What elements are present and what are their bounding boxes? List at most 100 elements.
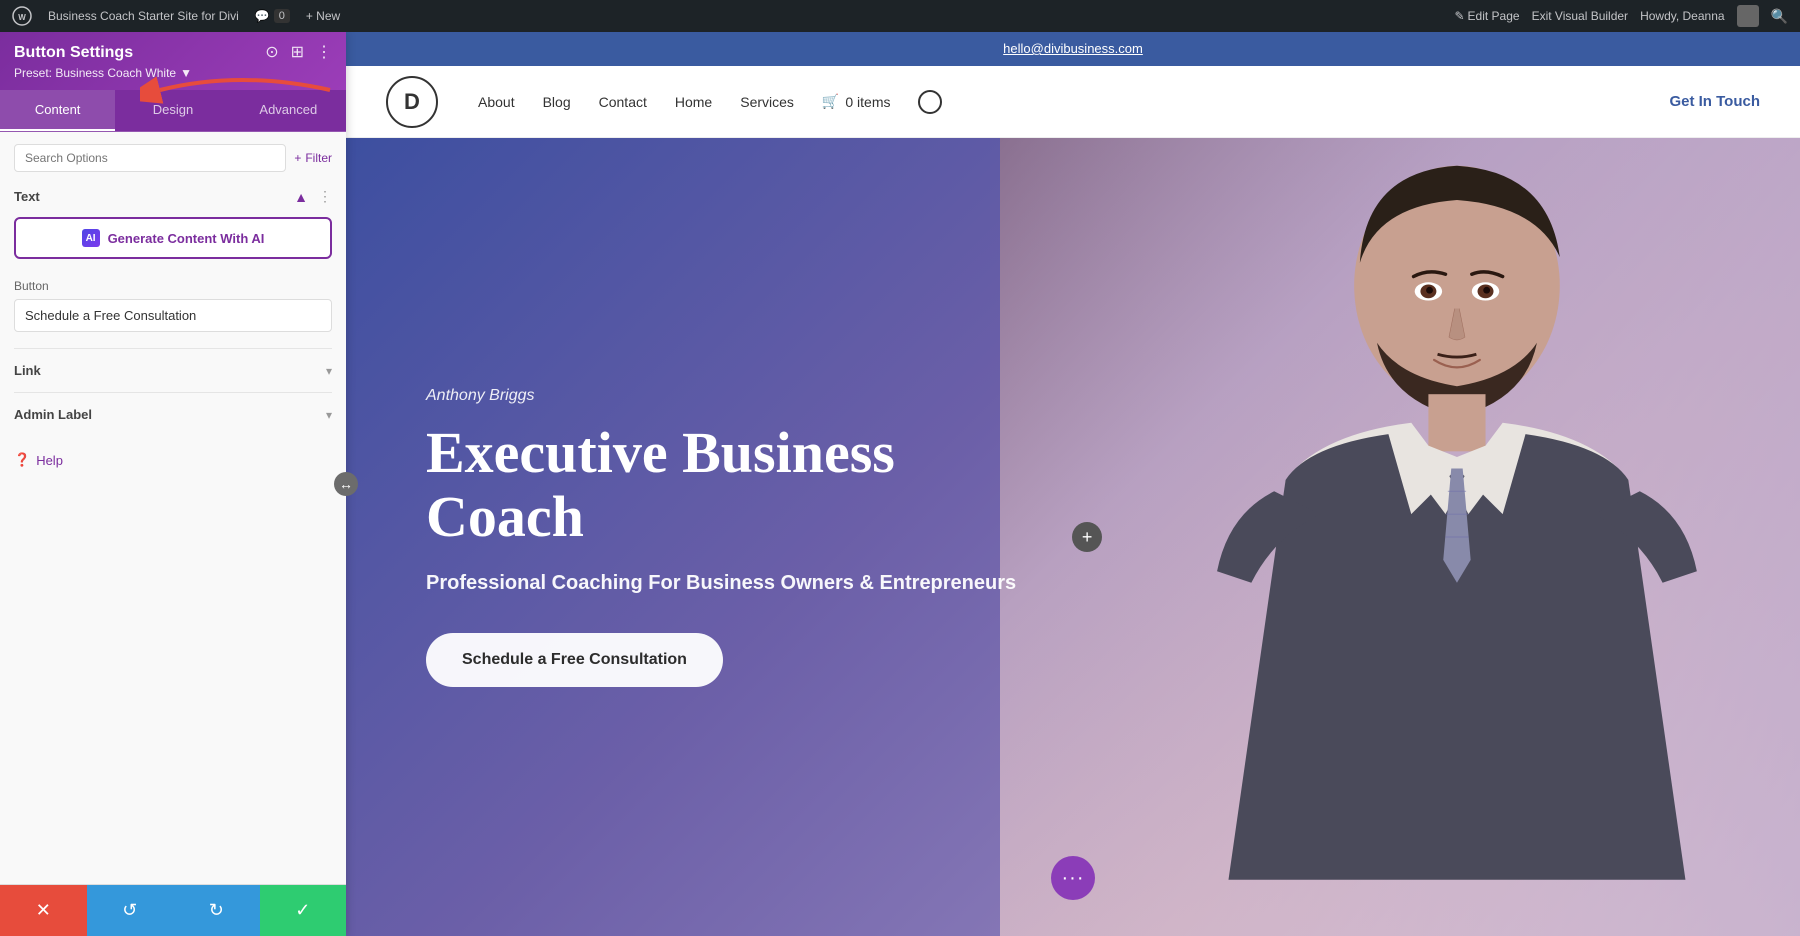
generate-ai-label: Generate Content With AI xyxy=(108,231,265,246)
site-nav: D About Blog Contact Home Services 🛒 0 i… xyxy=(346,66,1800,138)
edit-page-label: Edit Page xyxy=(1468,9,1520,23)
cart-items-count: 0 items xyxy=(845,94,890,110)
exit-visual-builder-button[interactable]: Exit Visual Builder xyxy=(1532,9,1629,23)
hero-subtitle: Professional Coaching For Business Owner… xyxy=(426,569,1016,597)
main-layout: Button Settings ⊙ ⊞ ⋮ Preset: Business C… xyxy=(0,32,1800,936)
nav-link-blog[interactable]: Blog xyxy=(543,94,571,110)
link-section-title: Link xyxy=(14,363,41,378)
help-label: Help xyxy=(36,453,63,468)
site-name-bar-item[interactable]: Business Coach Starter Site for Divi xyxy=(48,9,239,23)
panel-preset[interactable]: Preset: Business Coach White ▼ xyxy=(14,66,332,80)
close-button[interactable]: ✕ xyxy=(0,885,87,936)
undo-button[interactable]: ↺ xyxy=(87,885,174,936)
comment-icon: 💬 xyxy=(255,9,270,23)
admin-label-section-header[interactable]: Admin Label ▾ xyxy=(14,407,332,422)
filter-button[interactable]: + Filter xyxy=(294,151,332,165)
hero-section: Anthony Briggs Executive Business Coach … xyxy=(346,138,1800,936)
link-section: Link ▾ xyxy=(14,348,332,392)
resize-handle[interactable]: ↔ xyxy=(334,472,358,496)
new-label: + New xyxy=(306,9,340,23)
admin-bar-right: ✎ Edit Page Exit Visual Builder Howdy, D… xyxy=(1454,5,1788,27)
search-options-row: + Filter xyxy=(14,144,332,172)
redo-icon: ↻ xyxy=(209,900,224,921)
text-section-header: Text ▲ ⋮ xyxy=(14,188,332,205)
site-logo[interactable]: D xyxy=(386,76,438,128)
nav-cta-button[interactable]: Get In Touch xyxy=(1669,93,1760,110)
left-panel: Button Settings ⊙ ⊞ ⋮ Preset: Business C… xyxy=(0,32,346,936)
comment-count: 0 xyxy=(274,9,290,23)
panel-tabs: Content Design Advanced xyxy=(0,90,346,132)
svg-text:W: W xyxy=(18,13,26,22)
generate-ai-button[interactable]: AI Generate Content With AI xyxy=(14,217,332,259)
hero-title-line1: Executive Business xyxy=(426,420,895,485)
edit-page-button[interactable]: ✎ Edit Page xyxy=(1454,9,1519,23)
panel-title-row: Button Settings ⊙ ⊞ ⋮ xyxy=(14,44,332,62)
search-circle-icon xyxy=(918,90,942,114)
preset-label: Preset: Business Coach White xyxy=(14,66,176,80)
avatar xyxy=(1737,5,1759,27)
purple-dots-menu[interactable]: ··· xyxy=(1051,856,1095,900)
grid-icon-button[interactable]: ⊞ xyxy=(291,45,304,61)
save-button[interactable]: ✓ xyxy=(260,885,347,936)
link-section-header[interactable]: Link ▾ xyxy=(14,363,332,378)
wordpress-icon: W xyxy=(12,6,32,26)
search-options-input[interactable] xyxy=(14,144,286,172)
site-email-link[interactable]: hello@divibusiness.com xyxy=(1003,41,1143,56)
tab-content[interactable]: Content xyxy=(0,90,115,131)
nav-cart[interactable]: 🛒 0 items xyxy=(822,93,891,110)
filter-plus-icon: + xyxy=(294,151,301,165)
nav-link-about[interactable]: About xyxy=(478,94,515,110)
nav-link-services[interactable]: Services xyxy=(740,94,794,110)
nav-link-contact[interactable]: Contact xyxy=(599,94,647,110)
admin-label-title: Admin Label xyxy=(14,407,92,422)
panel-footer: ✕ ↺ ↻ ✓ xyxy=(0,884,346,936)
button-field-label: Button xyxy=(14,279,332,293)
howdy-label: Howdy, Deanna xyxy=(1640,9,1725,23)
filter-label: Filter xyxy=(305,151,332,165)
redo-button[interactable]: ↻ xyxy=(173,885,260,936)
pencil-icon: ✎ xyxy=(1454,9,1464,23)
hero-content: Anthony Briggs Executive Business Coach … xyxy=(426,387,1016,687)
search-icon[interactable]: 🔍 xyxy=(1771,8,1788,25)
admin-label-chevron: ▾ xyxy=(326,408,332,422)
hero-title-line2: Coach xyxy=(426,484,584,549)
right-panel: hello@divibusiness.com D About Blog Cont… xyxy=(346,32,1800,936)
add-element-button[interactable]: + xyxy=(1072,522,1102,552)
man-silhouette xyxy=(1000,138,1800,936)
hero-cta-button[interactable]: Schedule a Free Consultation xyxy=(426,633,723,687)
focus-icon-button[interactable]: ⊙ xyxy=(265,45,278,61)
save-icon: ✓ xyxy=(295,900,310,921)
help-section[interactable]: ❓ Help xyxy=(14,436,332,484)
preset-arrow: ▼ xyxy=(180,66,192,80)
exit-visual-label: Exit Visual Builder xyxy=(1532,9,1629,23)
close-icon: ✕ xyxy=(36,900,51,921)
dots-icon: ··· xyxy=(1062,867,1085,890)
panel-title: Button Settings xyxy=(14,44,133,62)
text-section-label: Text xyxy=(14,189,40,204)
panel-body: + Filter Text ▲ ⋮ AI Generate Conte xyxy=(0,132,346,884)
text-section-dots[interactable]: ⋮ xyxy=(318,188,332,205)
link-section-chevron: ▾ xyxy=(326,364,332,378)
panel-header: Button Settings ⊙ ⊞ ⋮ Preset: Business C… xyxy=(0,32,346,90)
text-section-toggle[interactable]: ▲ xyxy=(294,189,308,205)
text-section-title: Text xyxy=(14,189,40,204)
nav-search-button[interactable] xyxy=(918,90,942,114)
undo-icon: ↺ xyxy=(122,900,137,921)
nav-link-home[interactable]: Home xyxy=(675,94,712,110)
hero-background-image xyxy=(1000,138,1800,936)
admin-label-section: Admin Label ▾ xyxy=(14,392,332,436)
help-circle-icon: ❓ xyxy=(14,452,30,468)
button-text-input[interactable] xyxy=(14,299,332,332)
new-bar-item[interactable]: + New xyxy=(306,9,340,23)
more-icon-button[interactable]: ⋮ xyxy=(316,45,332,61)
tab-advanced[interactable]: Advanced xyxy=(231,90,346,131)
ai-icon: AI xyxy=(82,229,100,247)
tab-design[interactable]: Design xyxy=(115,90,230,131)
panel-title-icons: ⊙ ⊞ ⋮ xyxy=(265,45,332,61)
comments-bar-item[interactable]: 💬 0 xyxy=(255,9,290,23)
nav-links: About Blog Contact Home Services 🛒 0 ite… xyxy=(478,90,1637,114)
site-name-label: Business Coach Starter Site for Divi xyxy=(48,9,239,23)
wp-logo-item[interactable]: W xyxy=(12,6,32,26)
site-topbar: hello@divibusiness.com xyxy=(346,32,1800,66)
hero-person-name: Anthony Briggs xyxy=(426,387,1016,405)
